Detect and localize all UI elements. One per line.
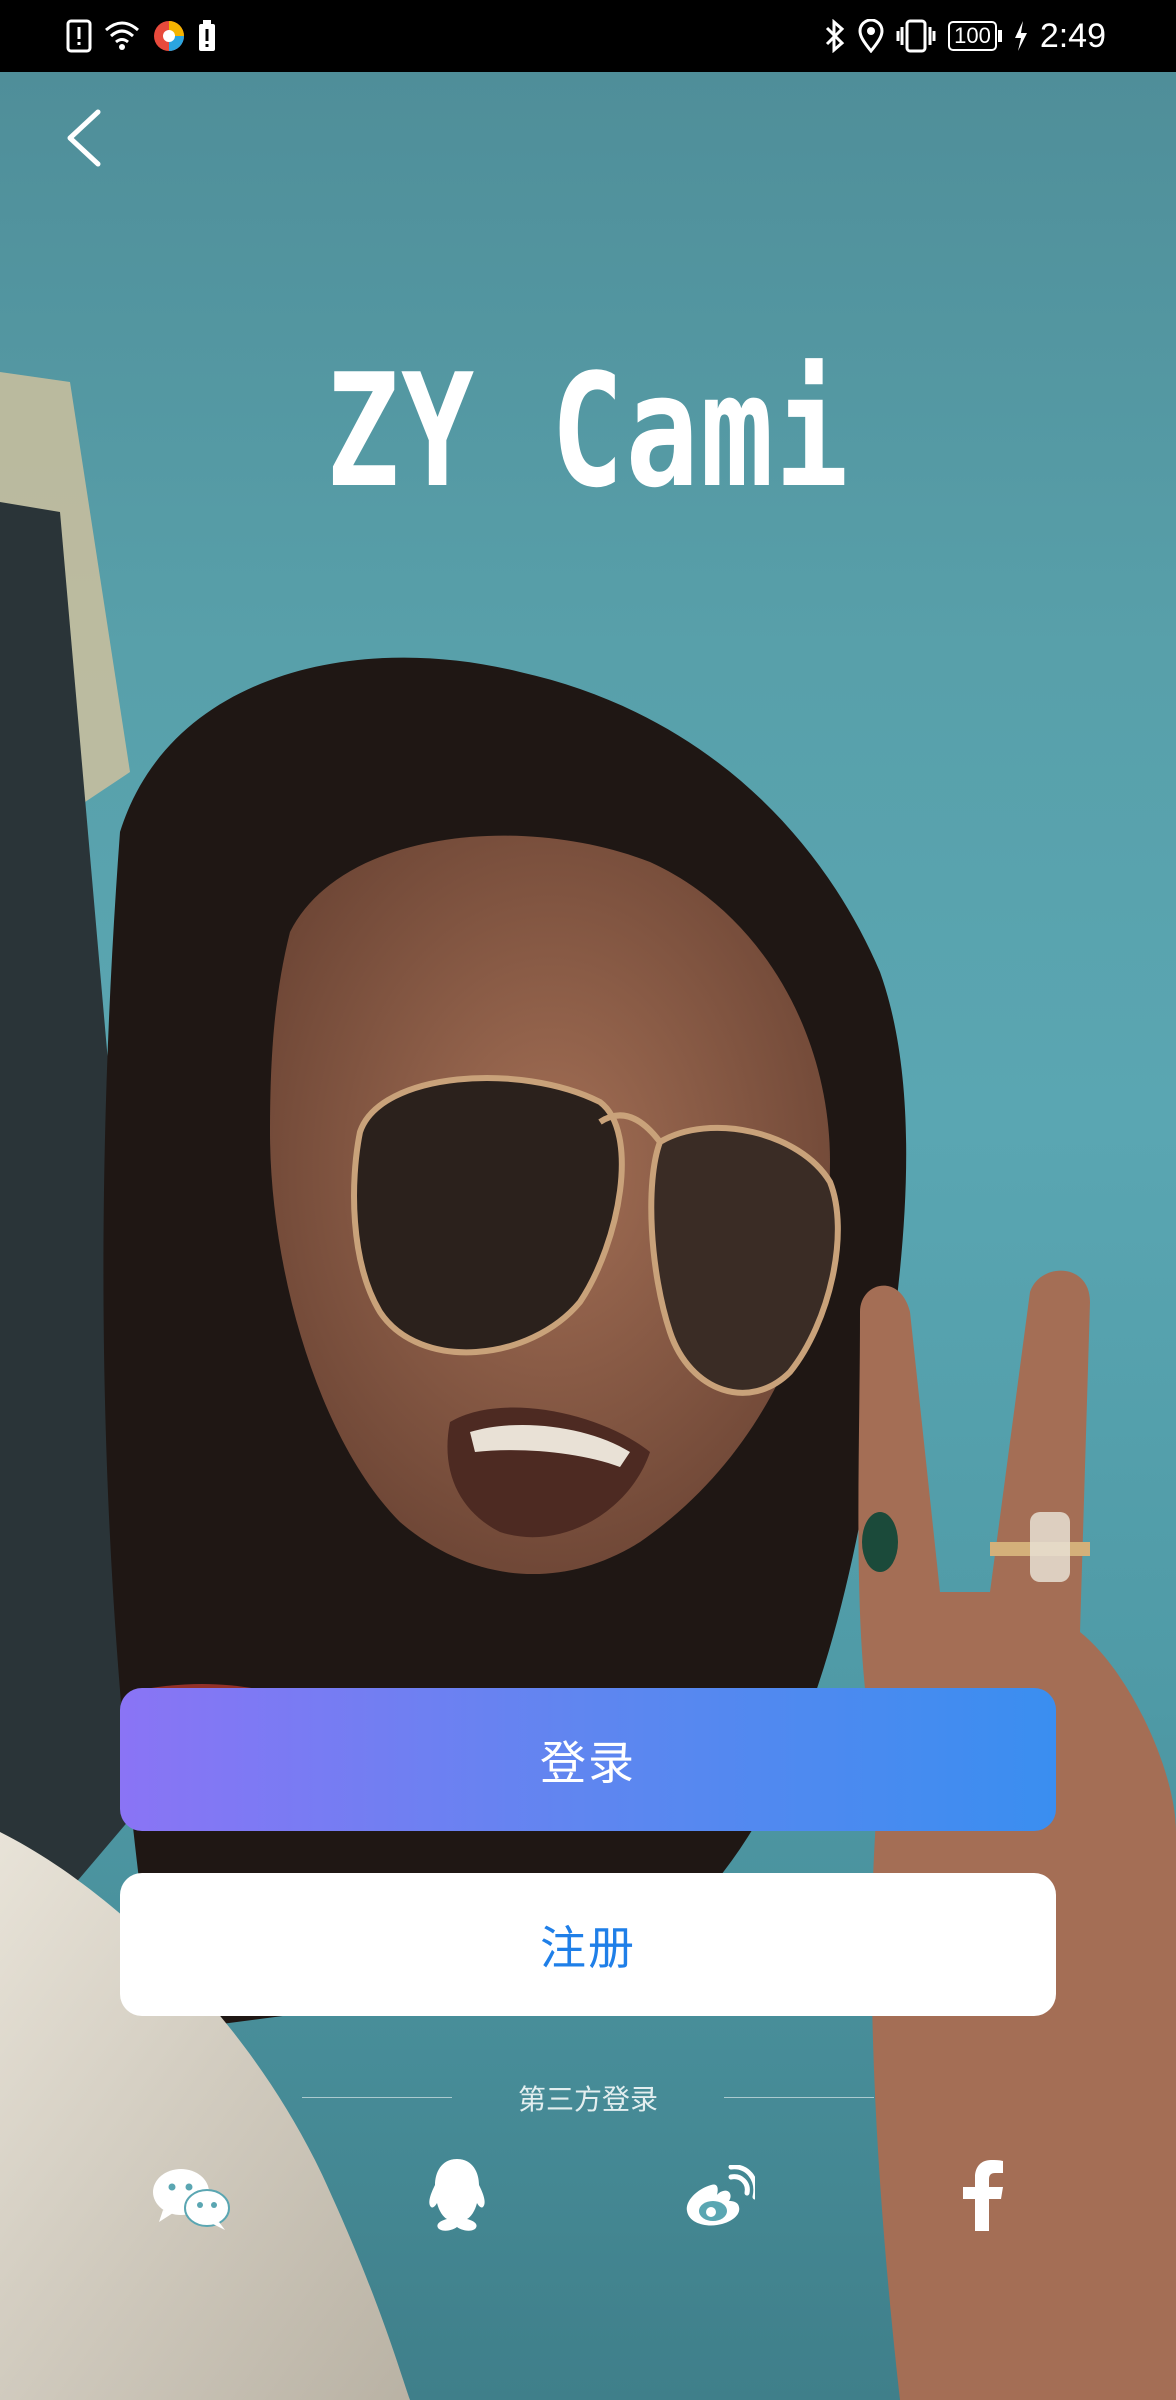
charging-icon xyxy=(1014,21,1027,51)
vibrate-icon xyxy=(896,19,936,53)
wifi-icon xyxy=(105,21,139,50)
location-icon xyxy=(858,19,884,53)
chevron-left-icon xyxy=(67,109,101,167)
bluetooth-icon xyxy=(826,19,845,53)
status-time: 2:49 xyxy=(1039,16,1106,55)
wechat-icon xyxy=(153,2169,230,2230)
login-button-label: 登录 xyxy=(540,1735,636,1790)
status-bar: 100 2:49 xyxy=(0,0,1176,72)
qq-login-button[interactable] xyxy=(412,2150,502,2240)
battery-cap xyxy=(997,30,1002,42)
app-notification-icon xyxy=(154,21,184,51)
facebook-icon xyxy=(963,2160,1003,2231)
third-party-login-label: 第三方登录 xyxy=(517,2083,658,2116)
qq-icon xyxy=(429,2159,485,2231)
app-logo: ZY Cami xyxy=(326,340,850,522)
alert-icon xyxy=(66,19,92,53)
register-button-label: 注册 xyxy=(540,1920,636,1975)
facebook-login-button[interactable] xyxy=(938,2150,1028,2240)
login-screen: 100 2:49 ZY Cami 登录 注册 第三方登录 xyxy=(0,0,1176,2400)
back-button[interactable] xyxy=(56,102,112,174)
battery-indicator: 100 xyxy=(948,21,1002,51)
status-right-icons: 100 2:49 xyxy=(824,14,1106,58)
login-button[interactable]: 登录 xyxy=(120,1688,1056,1831)
weibo-login-button[interactable] xyxy=(674,2152,764,2242)
wechat-login-button[interactable] xyxy=(146,2154,236,2244)
divider-line-right xyxy=(724,2097,874,2098)
battery-saver-icon xyxy=(199,20,215,51)
register-button[interactable]: 注册 xyxy=(120,1873,1056,2016)
weibo-icon xyxy=(686,2165,755,2226)
battery-level: 100 xyxy=(948,21,997,51)
social-login-row xyxy=(0,2150,1176,2250)
status-left-icons xyxy=(66,18,216,54)
third-party-login-divider: 第三方登录 xyxy=(0,2072,1176,2122)
